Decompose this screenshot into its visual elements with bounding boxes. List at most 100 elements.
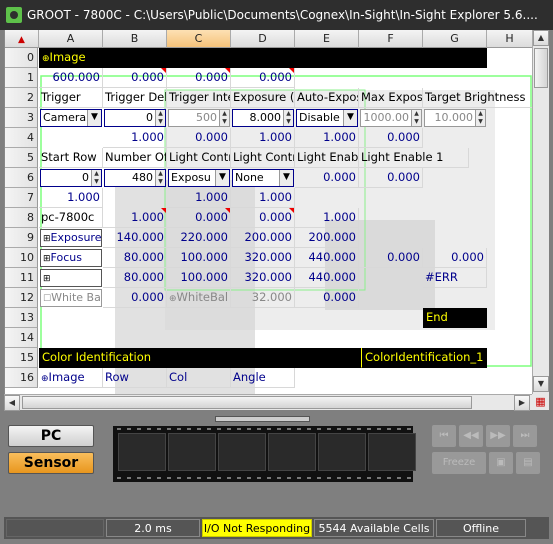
cell-d4[interactable]: 1.000 (231, 128, 295, 148)
vertical-scrollbar[interactable]: ▲ ▼ (532, 30, 549, 394)
cell-c12[interactable]: ⊕WhiteBal (167, 288, 231, 308)
cell-b9[interactable]: 140.000 (103, 228, 167, 248)
pc-mode-button[interactable]: PC (8, 425, 94, 447)
filmstrip-frame[interactable] (318, 433, 366, 471)
cell-f2[interactable]: Max Exposu (359, 88, 423, 108)
cell-c5[interactable]: Light Contr (167, 148, 231, 168)
row-header-4[interactable]: 4 (5, 128, 38, 148)
cell-c8[interactable]: 0.000 (167, 208, 231, 228)
trigger-delay-spinner[interactable]: 0 ▲ ▼ (104, 109, 166, 127)
trigger-interval-spinner[interactable]: 500 ▲ ▼ (168, 109, 230, 127)
chevron-down-icon[interactable]: ▼ (279, 170, 293, 186)
chevron-down-icon[interactable]: ▼ (87, 110, 101, 126)
cell-g10[interactable]: 0.000 (423, 248, 487, 268)
cell-d12[interactable]: 32.000 (231, 288, 295, 308)
cell-e5[interactable]: Light Enabl (295, 148, 359, 168)
save-frame-icon[interactable]: ▣ (489, 452, 513, 474)
horizontal-scrollbar[interactable]: ◀ ▶ (4, 394, 532, 411)
cell-f4[interactable]: 0.000 (359, 128, 423, 148)
cell-e6[interactable]: 0.000 (295, 168, 359, 188)
previous-frame-button[interactable]: ◀◀ (459, 425, 483, 447)
cell-g2[interactable]: Target Brightness (423, 88, 532, 108)
cell-b11[interactable]: 80.000 (103, 268, 167, 288)
sensor-mode-button[interactable]: Sensor (8, 452, 94, 474)
max-exposure-spinner[interactable]: 1000.00 ▲ ▼ (360, 109, 422, 127)
start-row-spinner[interactable]: 0 ▲ ▼ (40, 169, 102, 187)
cell-e4[interactable]: 1.000 (295, 128, 359, 148)
scroll-left-icon[interactable]: ◀ (4, 395, 20, 411)
cell-a7[interactable]: 1.000 (39, 188, 103, 208)
freeze-button[interactable]: Freeze (432, 452, 486, 474)
horizontal-scroll-thumb[interactable] (22, 396, 472, 409)
row-header-11[interactable]: 11 (5, 268, 38, 288)
white-balance-button[interactable]: ☐White Ba (40, 289, 102, 307)
chevron-down-icon[interactable]: ▼ (215, 170, 229, 186)
cell-c9[interactable]: 220.000 (167, 228, 231, 248)
cell-a0-acquire-image[interactable]: ⊕Image (39, 48, 487, 68)
cell-b2[interactable]: Trigger Del (103, 88, 167, 108)
cell-c16[interactable]: Col (167, 368, 231, 388)
cell-c11[interactable]: 100.000 (167, 268, 231, 288)
grid-settings-icon[interactable]: ▦ (532, 394, 549, 410)
cell-d5[interactable]: Light Contr (231, 148, 295, 168)
cell-b10[interactable]: 80.000 (103, 248, 167, 268)
target-brightness-spinner[interactable]: 10.000 ▲ ▼ (424, 109, 486, 127)
exposure-region-button[interactable]: ⊞Exposure (40, 229, 102, 247)
cell-d2[interactable]: Exposure (i (231, 88, 295, 108)
cell-a5[interactable]: Start Row (39, 148, 103, 168)
last-frame-button[interactable]: ⏭ (513, 425, 537, 447)
scroll-right-icon[interactable]: ▶ (514, 395, 530, 411)
cell-e10[interactable]: 440.000 (295, 248, 359, 268)
cell-b5[interactable]: Number Of (103, 148, 167, 168)
cell-b16[interactable]: Row (103, 368, 167, 388)
row-header-9[interactable]: 9 (5, 228, 38, 248)
spinner-arrows-icon[interactable]: ▲ ▼ (91, 170, 101, 186)
cell-e8[interactable]: 1.000 (295, 208, 359, 228)
row-header-8[interactable]: 8 (5, 208, 38, 228)
cell-d8[interactable]: 0.000 (231, 208, 295, 228)
cell-e2[interactable]: Auto-Expos (295, 88, 359, 108)
spinner-arrows-icon[interactable]: ▲ ▼ (283, 110, 293, 126)
number-of-rows-spinner[interactable]: 480 ▲ ▼ (104, 169, 166, 187)
region-button[interactable]: ⊞ (40, 269, 102, 287)
cell-c7[interactable]: 1.000 (167, 188, 231, 208)
cell-d16[interactable]: Angle (231, 368, 295, 388)
spinner-arrows-icon[interactable]: ▲ ▼ (155, 170, 165, 186)
cell-b4[interactable]: 1.000 (103, 128, 167, 148)
column-header-e[interactable]: E (295, 30, 359, 48)
filmstrip[interactable] (113, 426, 416, 482)
first-frame-button[interactable]: ⏮ (432, 425, 456, 447)
column-header-g[interactable]: G (423, 30, 487, 48)
spreadsheet-grid[interactable]: ▲ A B C D E F G H 0 1 2 3 4 5 6 7 8 9 10… (4, 30, 532, 394)
column-header-a[interactable]: A (39, 30, 103, 48)
filmstrip-frame[interactable] (268, 433, 316, 471)
cell-b8[interactable]: 1.000 (103, 208, 167, 228)
chevron-down-icon[interactable]: ▼ (343, 110, 357, 126)
focus-region-button[interactable]: ⊞Focus (40, 249, 102, 267)
row-header-10[interactable]: 10 (5, 248, 38, 268)
column-header-f[interactable]: F (359, 30, 423, 48)
cell-c2[interactable]: Trigger Inte (167, 88, 231, 108)
cell-f15[interactable]: ColorIdentification_1 (361, 348, 487, 368)
cell-f5[interactable]: Light Enable 1 (359, 148, 469, 168)
cell-g13-end[interactable]: End (423, 308, 487, 328)
scroll-down-icon[interactable]: ▼ (533, 376, 549, 392)
row-header-2[interactable]: 2 (5, 88, 38, 108)
row-header-15[interactable]: 15 (5, 348, 38, 368)
row-header-5[interactable]: 5 (5, 148, 38, 168)
filmstrip-frame[interactable] (368, 433, 416, 471)
cell-a1[interactable]: 600.000 (39, 68, 103, 88)
row-header-1[interactable]: 1 (5, 68, 38, 88)
cell-d7[interactable]: 1.000 (231, 188, 295, 208)
filmstrip-frame[interactable] (168, 433, 216, 471)
row-header-13[interactable]: 13 (5, 308, 38, 328)
trigger-dropdown[interactable]: Camera ▼ (40, 109, 102, 127)
cell-d11[interactable]: 320.000 (231, 268, 295, 288)
column-header-c[interactable]: C (167, 30, 231, 48)
cell-g11-error[interactable]: #ERR (423, 268, 487, 288)
column-header-b[interactable]: B (103, 30, 167, 48)
light-control-dropdown[interactable]: Exposu ▼ (168, 169, 230, 187)
row-header-16[interactable]: 16 (5, 368, 38, 388)
scroll-up-icon[interactable]: ▲ (533, 30, 549, 46)
resize-grip-icon[interactable] (528, 519, 544, 537)
